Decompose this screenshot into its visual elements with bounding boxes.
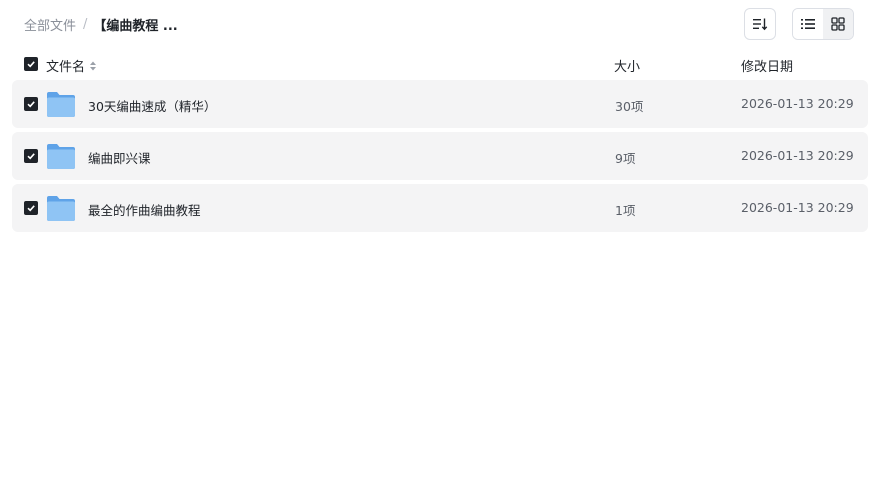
row-size: 1项 [615, 203, 636, 218]
row-checkbox[interactable] [24, 149, 38, 163]
table-row[interactable]: 编曲即兴课 9项 2026-01-13 20:29 [12, 132, 868, 180]
top-bar: 全部文件 / 【编曲教程 ... [0, 0, 878, 48]
table-row[interactable]: 30天编曲速成（精华） 30项 2026-01-13 20:29 [12, 80, 868, 128]
row-checkbox[interactable] [24, 97, 38, 111]
row-name: 最全的作曲编曲教程 [88, 203, 201, 218]
sort-list-icon [753, 18, 768, 31]
row-modified: 2026-01-13 20:29 [741, 148, 854, 163]
column-modified-header: 修改日期 [741, 60, 794, 75]
grid-view-icon [831, 17, 845, 31]
row-name: 30天编曲速成（精华） [88, 99, 217, 114]
breadcrumb-root[interactable]: 全部文件 [24, 15, 76, 34]
sort-button[interactable] [744, 8, 776, 40]
check-icon [27, 153, 35, 160]
row-name: 编曲即兴课 [88, 151, 151, 166]
folder-icon [47, 144, 75, 169]
list-view-icon [801, 19, 815, 29]
row-checkbox[interactable] [24, 201, 38, 215]
breadcrumb-current: 【编曲教程 ... [93, 18, 178, 34]
table-header: 文件名 大小 修改日期 [0, 48, 878, 80]
list-view-button[interactable] [793, 9, 823, 39]
sort-caret-icon [89, 60, 97, 72]
column-name-header[interactable]: 文件名 [46, 56, 97, 75]
grid-view-button[interactable] [823, 9, 853, 39]
breadcrumb: 全部文件 / 【编曲教程 ... [24, 15, 178, 34]
row-modified: 2026-01-13 20:29 [741, 96, 854, 111]
check-icon [27, 61, 35, 68]
row-size: 9项 [615, 151, 636, 166]
row-modified: 2026-01-13 20:29 [741, 200, 854, 215]
folder-icon [47, 92, 75, 117]
folder-icon [47, 196, 75, 221]
column-size-header: 大小 [614, 60, 641, 75]
breadcrumb-separator: / [83, 16, 88, 32]
select-all-checkbox[interactable] [24, 57, 38, 71]
check-icon [27, 101, 35, 108]
view-toggle [792, 8, 854, 40]
row-size: 30项 [615, 99, 644, 114]
check-icon [27, 205, 35, 212]
table-row[interactable]: 最全的作曲编曲教程 1项 2026-01-13 20:29 [12, 184, 868, 232]
column-name-label: 文件名 [46, 60, 86, 75]
